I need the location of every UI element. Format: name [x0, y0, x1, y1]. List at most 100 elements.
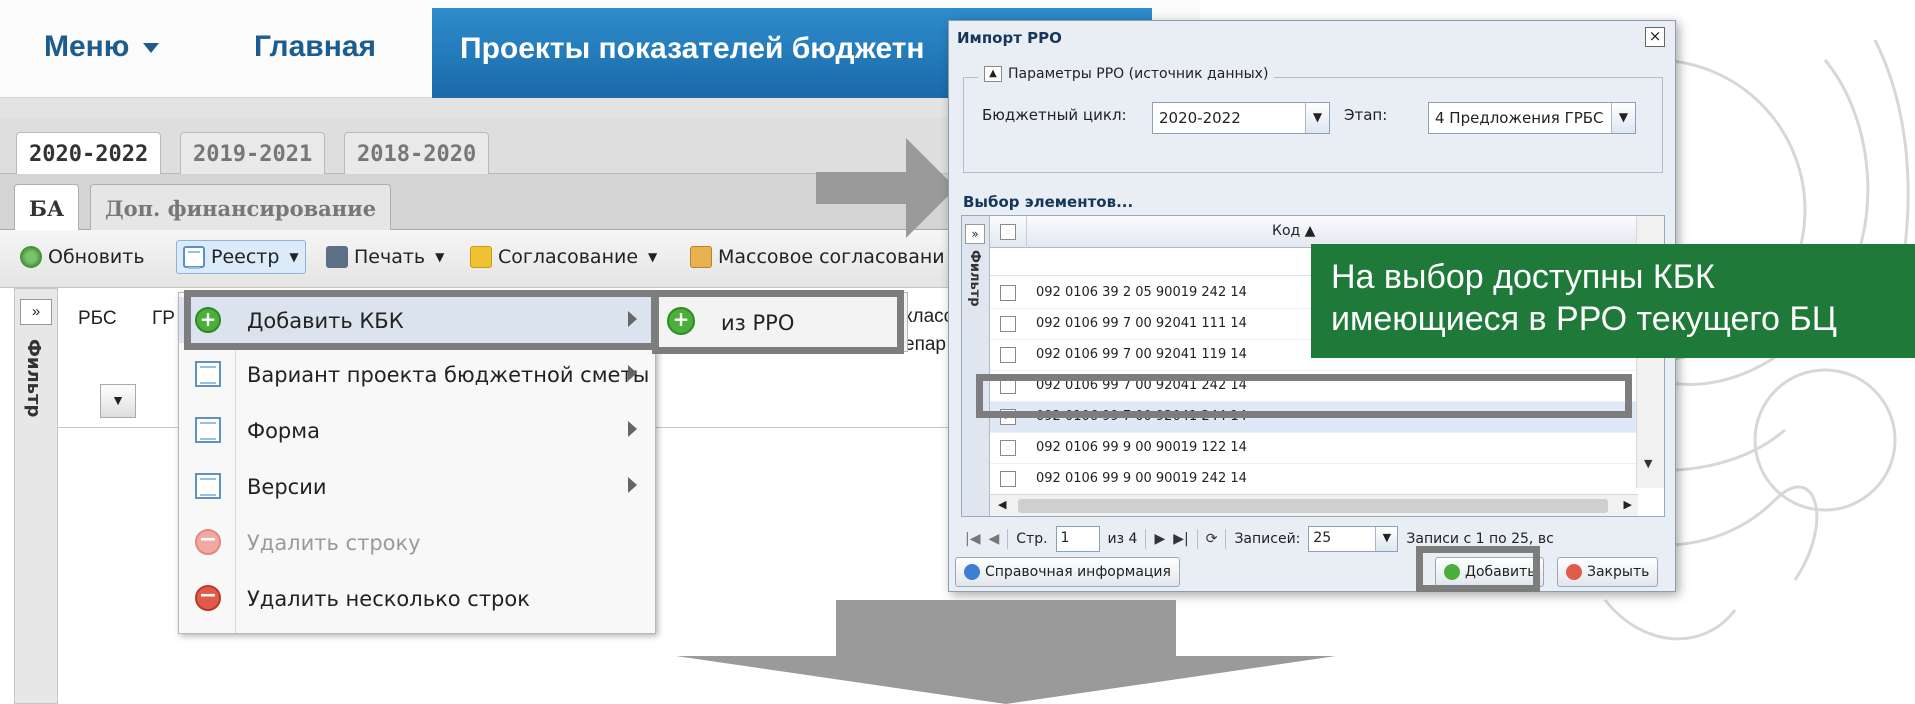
table-row[interactable]: 092 0106 99 9 00 90019 122 14 — [990, 433, 1638, 464]
help-icon — [964, 564, 980, 580]
column-department[interactable]: епар — [904, 334, 946, 356]
row-checkbox[interactable] — [1000, 316, 1016, 332]
column-rbs[interactable]: РБС — [78, 308, 117, 330]
column-gr[interactable]: ГР — [152, 308, 175, 330]
expand-filter-icon[interactable]: » — [965, 224, 985, 244]
refresh-label: Обновить — [48, 246, 145, 268]
tab-year-2020-2022[interactable]: 2020-2022 — [16, 132, 162, 174]
approval-button[interactable]: Согласование ▼ — [470, 246, 657, 268]
mass-approval-button[interactable]: Массовое согласовани — [690, 246, 945, 268]
filter-panel[interactable]: » Фильтр — [962, 216, 990, 516]
tab-extra-financing[interactable]: Доп. финансирование — [90, 184, 392, 230]
budget-cycle-select[interactable]: 2020-2022 ▼ — [1152, 102, 1330, 134]
first-page-icon[interactable]: |◀ — [965, 531, 980, 547]
menu-item-delete-rows[interactable]: − Удалить несколько строк — [179, 575, 655, 621]
menu-item-label: Удалить несколько строк — [247, 587, 530, 611]
collapse-toggle-icon[interactable]: ▲ — [984, 66, 1002, 82]
scroll-down-icon[interactable]: ▼ — [1644, 457, 1652, 470]
approval-icon — [470, 246, 492, 268]
home-link[interactable]: Главная — [254, 30, 376, 64]
nav-divider — [0, 98, 960, 118]
budget-cycle-value: 2020-2022 — [1159, 109, 1241, 127]
filter-panel[interactable]: » Фильтр — [14, 288, 58, 704]
remove-icon: − — [195, 529, 221, 555]
pager-separator — [1225, 529, 1227, 549]
scroll-left-icon[interactable]: ◀ — [998, 498, 1006, 511]
approval-label: Согласование — [498, 246, 639, 268]
records-summary: Записи с 1 по 25, вс — [1406, 531, 1554, 547]
highlight-from-rro — [652, 290, 904, 354]
records-label: Записей: — [1234, 531, 1301, 547]
column-filter-dropdown[interactable]: ▼ — [100, 384, 136, 418]
print-label: Печать — [354, 246, 426, 268]
column-code[interactable]: Код ▲ — [1272, 223, 1315, 239]
rro-params-fieldset: ▲ Параметры РРО (источник данных) Бюджет… — [963, 66, 1663, 173]
tab-ba[interactable]: БА — [14, 184, 80, 230]
row-checkbox[interactable] — [1000, 471, 1016, 487]
grid-icon — [195, 473, 221, 499]
row-code: 092 0106 99 7 00 92041 119 14 — [1036, 347, 1247, 362]
registry-label: Реестр — [211, 246, 280, 268]
close-button[interactable]: Закрыть — [1557, 557, 1659, 587]
expand-filter-icon[interactable]: » — [20, 299, 52, 325]
highlight-add-button — [1416, 546, 1540, 592]
last-page-icon[interactable]: ▶| — [1173, 531, 1188, 547]
printer-icon — [326, 246, 348, 268]
grid-icon — [195, 361, 221, 387]
submenu-arrow-icon — [628, 477, 637, 493]
page-number-input[interactable]: 1 — [1055, 526, 1100, 552]
page-count: из 4 — [1107, 531, 1138, 547]
scroll-thumb[interactable] — [1018, 499, 1608, 513]
params-legend: ▲ Параметры РРО (источник данных) — [978, 66, 1275, 82]
close-icon[interactable]: × — [1645, 27, 1665, 47]
grid-icon — [195, 417, 221, 443]
main-toolbar: Обновить Реестр ▼ Печать ▼ Согласование … — [0, 230, 960, 288]
chevron-down-icon[interactable]: ▼ — [1611, 103, 1635, 133]
params-legend-label: Параметры РРО (источник данных) — [1008, 66, 1269, 82]
menu-item-form[interactable]: Форма — [179, 407, 655, 453]
page-label: Стр. — [1016, 531, 1048, 547]
stage-select[interactable]: 4 Предложения ГРБС ▼ — [1428, 102, 1636, 134]
arrow-down-icon — [676, 600, 1336, 704]
row-code: 092 0106 39 2 05 90019 242 14 — [1036, 285, 1247, 300]
next-page-icon[interactable]: ▶ — [1154, 531, 1165, 547]
submenu-arrow-icon — [628, 421, 637, 437]
menu-item-label: Версии — [247, 475, 327, 499]
row-code: 092 0106 99 9 00 90019 122 14 — [1036, 440, 1247, 455]
menu-item-budget-variant[interactable]: Вариант проекта бюджетной сметы — [179, 351, 655, 397]
tab-year-2019-2021[interactable]: 2019-2021 — [180, 132, 326, 174]
prev-page-icon[interactable]: ◀ — [988, 531, 999, 547]
column-classifier[interactable]: класс — [904, 306, 953, 328]
chevron-down-icon: ▼ — [435, 250, 445, 264]
table-row[interactable]: 092 0106 99 9 00 90019 242 14 — [990, 464, 1638, 495]
mass-approval-label: Массовое согласовани — [718, 246, 945, 268]
refresh-icon[interactable]: ⟳ — [1206, 531, 1218, 547]
dialog-title: Импорт РРО — [957, 29, 1062, 47]
menu-button[interactable]: Меню — [44, 30, 160, 64]
row-checkbox[interactable] — [1000, 285, 1016, 301]
page-size-value: 25 — [1313, 530, 1332, 546]
row-code: 092 0106 99 9 00 90019 242 14 — [1036, 471, 1247, 486]
grid-icon — [183, 246, 205, 268]
select-all-checkbox[interactable] — [1000, 224, 1016, 240]
close-button-label: Закрыть — [1587, 564, 1650, 580]
row-checkbox[interactable] — [1000, 347, 1016, 363]
help-button-label: Справочная информация — [985, 564, 1171, 580]
help-button[interactable]: Справочная информация — [955, 557, 1180, 587]
row-checkbox[interactable] — [1000, 440, 1016, 456]
highlight-selected-row — [976, 374, 1632, 418]
stage-label: Этап: — [1344, 106, 1388, 124]
tab-year-2018-2020[interactable]: 2018-2020 — [344, 132, 490, 174]
chevron-down-icon[interactable]: ▼ — [1305, 103, 1329, 133]
registry-button[interactable]: Реестр ▼ — [176, 240, 306, 274]
page-size-select[interactable]: 25 ▼ — [1308, 526, 1399, 552]
stage-value: 4 Предложения ГРБС — [1435, 109, 1604, 127]
print-button[interactable]: Печать ▼ — [326, 246, 444, 268]
mass-approval-icon — [690, 246, 712, 268]
menu-item-versions[interactable]: Версии — [179, 463, 655, 509]
pager-separator — [1145, 529, 1147, 549]
refresh-button[interactable]: Обновить — [20, 246, 145, 268]
horizontal-scrollbar[interactable]: ◀ ▶ — [990, 494, 1638, 516]
scroll-right-icon[interactable]: ▶ — [1624, 498, 1632, 511]
chevron-down-icon[interactable]: ▼ — [1375, 527, 1398, 551]
